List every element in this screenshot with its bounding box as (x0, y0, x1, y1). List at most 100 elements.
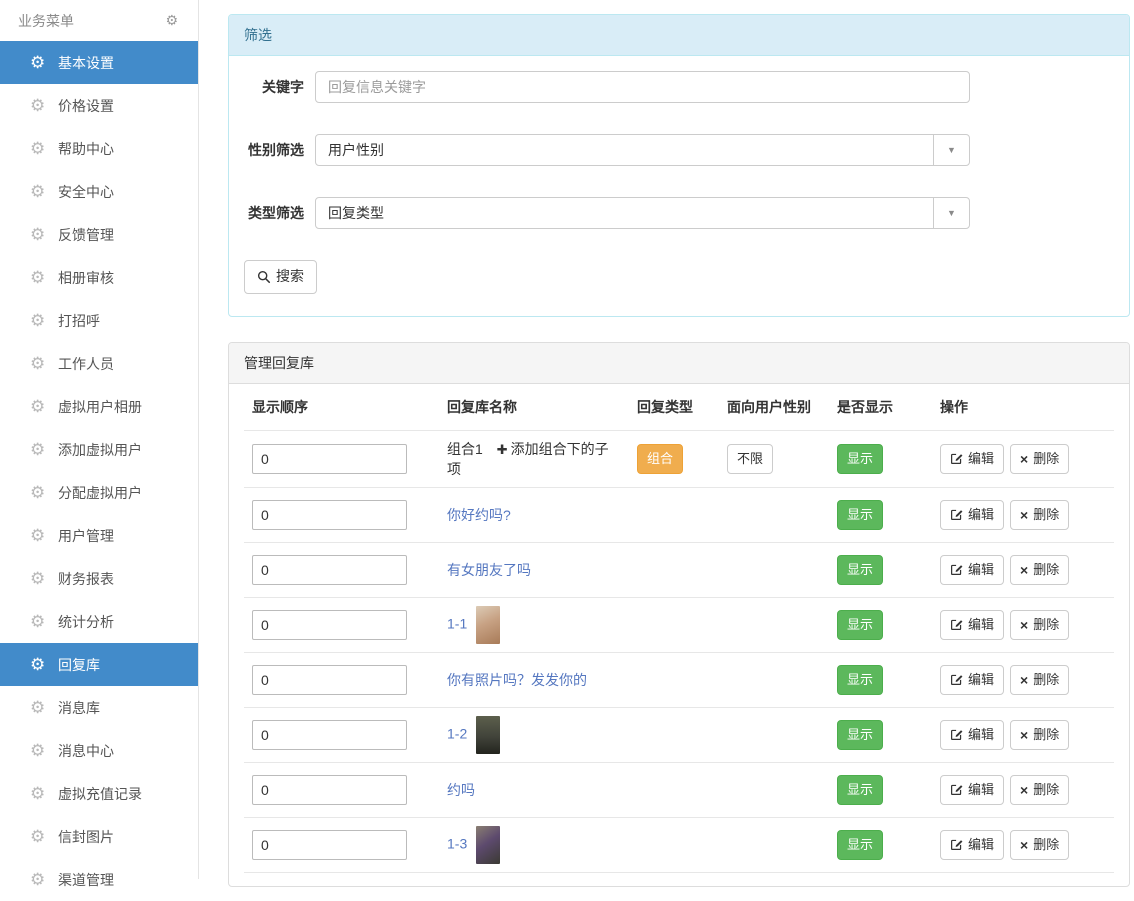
visible-toggle-button[interactable]: 显示 (837, 665, 883, 695)
sidebar-item-statistics[interactable]: ⚙ 统计分析 (0, 600, 198, 643)
sidebar-item-message-center[interactable]: ⚙ 消息中心 (0, 729, 198, 772)
reply-name-link[interactable]: 你好约吗? (447, 507, 511, 523)
delete-x-icon: × (1020, 783, 1028, 797)
sidebar-item-assign-virtual-user[interactable]: ⚙ 分配虚拟用户 (0, 471, 198, 514)
delete-button[interactable]: ×删除 (1010, 720, 1069, 750)
edit-button[interactable]: 编辑 (940, 665, 1004, 695)
reply-name-link[interactable]: 1-3 (447, 836, 467, 852)
edit-button[interactable]: 编辑 (940, 555, 1004, 585)
sidebar-item-label: 消息库 (58, 698, 100, 718)
order-input[interactable] (252, 610, 407, 640)
gear-icon: ⚙ (30, 570, 48, 587)
visible-toggle-button[interactable]: 显示 (837, 500, 883, 530)
table-row: 1-1 显示 编辑 ×删除 (244, 598, 1114, 653)
sidebar-item-price-settings[interactable]: ⚙ 价格设置 (0, 84, 198, 127)
sidebar-item-reply-library[interactable]: ⚙ 回复库 (0, 643, 198, 686)
sidebar-item-album-review[interactable]: ⚙ 相册审核 (0, 256, 198, 299)
sidebar-item-channel-management[interactable]: ⚙ 渠道管理 (0, 858, 198, 901)
delete-button[interactable]: ×删除 (1010, 555, 1069, 585)
visible-toggle-button[interactable]: 显示 (837, 720, 883, 750)
sidebar-item-finance-report[interactable]: ⚙ 财务报表 (0, 557, 198, 600)
edit-button[interactable]: 编辑 (940, 720, 1004, 750)
gear-icon: ⚙ (30, 484, 48, 501)
reply-name-link[interactable]: 1-1 (447, 616, 467, 632)
thumbnail-image[interactable] (476, 716, 500, 754)
keyword-row: 关键字 (244, 71, 1114, 103)
sidebar-item-basic-settings[interactable]: ⚙ 基本设置 (0, 41, 198, 84)
order-input[interactable] (252, 555, 407, 585)
order-input[interactable] (252, 665, 407, 695)
type-select[interactable]: 回复类型 ▼ (315, 197, 970, 229)
edit-button[interactable]: 编辑 (940, 830, 1004, 860)
edit-button[interactable]: 编辑 (940, 500, 1004, 530)
reply-name-link[interactable]: 约吗 (447, 782, 475, 798)
reply-library-table-wrap: 显示顺序 回复库名称 回复类型 面向用户性别 是否显示 操作 组合1 ✚添加组合… (229, 384, 1129, 893)
thumbnail-image[interactable] (476, 826, 500, 864)
gender-select-value: 用户性别 (316, 135, 933, 165)
reply-library-table: 显示顺序 回复库名称 回复类型 面向用户性别 是否显示 操作 组合1 ✚添加组合… (244, 384, 1114, 893)
gear-icon: ⚙ (30, 656, 48, 673)
visible-toggle-button[interactable]: 显示 (837, 775, 883, 805)
sidebar-item-security-center[interactable]: ⚙ 安全中心 (0, 170, 198, 213)
delete-x-icon: × (1020, 728, 1028, 742)
search-button-label: 搜索 (276, 267, 304, 287)
delete-button[interactable]: ×删除 (1010, 500, 1069, 530)
gear-icon: ⚙ (30, 699, 48, 716)
delete-button[interactable]: ×删除 (1010, 830, 1069, 860)
delete-button[interactable]: ×删除 (1010, 665, 1069, 695)
gear-icon: ⚙ (30, 97, 48, 114)
sidebar-item-staff[interactable]: ⚙ 工作人员 (0, 342, 198, 385)
delete-button[interactable]: ×删除 (1010, 444, 1069, 474)
visible-toggle-button[interactable]: 显示 (837, 444, 883, 474)
edit-icon (950, 618, 963, 631)
order-input[interactable] (252, 500, 407, 530)
sidebar-item-label: 虚拟用户相册 (58, 397, 142, 417)
edit-button[interactable]: 编辑 (940, 775, 1004, 805)
sidebar-item-label: 回复库 (58, 655, 100, 675)
gender-filter-row: 性别筛选 用户性别 ▼ (244, 134, 1114, 166)
table-row: 你有照片吗？发发你的 显示 编辑 ×删除 (244, 653, 1114, 708)
edit-button[interactable]: 编辑 (940, 610, 1004, 640)
sidebar-item-message-library[interactable]: ⚙ 消息库 (0, 686, 198, 729)
sidebar-item-label: 反馈管理 (58, 225, 114, 245)
order-input[interactable] (252, 775, 407, 805)
sidebar-item-user-management[interactable]: ⚙ 用户管理 (0, 514, 198, 557)
delete-button[interactable]: ×删除 (1010, 775, 1069, 805)
gear-icon: ⚙ (30, 140, 48, 157)
visible-toggle-button[interactable]: 显示 (837, 610, 883, 640)
sidebar-item-add-virtual-user[interactable]: ⚙ 添加虚拟用户 (0, 428, 198, 471)
order-input[interactable] (252, 720, 407, 750)
visible-toggle-button[interactable]: 显示 (837, 555, 883, 585)
edit-button[interactable]: 编辑 (940, 444, 1004, 474)
gear-icon: ⚙ (30, 527, 48, 544)
sidebar-item-envelope-image[interactable]: ⚙ 信封图片 (0, 815, 198, 858)
sidebar-item-label: 消息中心 (58, 741, 114, 761)
reply-name-link[interactable]: 有女朋友了吗 (447, 562, 531, 578)
sidebar-item-virtual-recharge[interactable]: ⚙ 虚拟充值记录 (0, 772, 198, 815)
sidebar-item-greeting[interactable]: ⚙ 打招呼 (0, 299, 198, 342)
reply-name-link[interactable]: 你有照片吗？发发你的 (447, 672, 587, 688)
reply-name-link[interactable]: 1-2 (447, 726, 467, 742)
keyword-input[interactable] (315, 71, 970, 103)
search-button[interactable]: 搜索 (244, 260, 317, 294)
order-input[interactable] (252, 444, 407, 474)
sidebar-item-label: 基本设置 (58, 53, 114, 73)
column-header-type: 回复类型 (629, 384, 719, 431)
column-header-actions: 操作 (932, 384, 1114, 431)
delete-button[interactable]: ×删除 (1010, 610, 1069, 640)
sidebar-header: 业务菜单 ⚙ (0, 0, 198, 41)
plus-icon: ✚ (497, 442, 508, 457)
sidebar-item-help-center[interactable]: ⚙ 帮助中心 (0, 127, 198, 170)
sidebar: 业务菜单 ⚙ ⚙ 基本设置 ⚙ 价格设置 ⚙ 帮助中心 ⚙ 安全中心 ⚙ 反馈管… (0, 0, 199, 879)
visible-toggle-button[interactable]: 显示 (837, 830, 883, 860)
thumbnail-image[interactable] (476, 606, 500, 644)
gender-select[interactable]: 用户性别 ▼ (315, 134, 970, 166)
column-header-order: 显示顺序 (244, 384, 439, 431)
table-row: 你好约吗? 显示 编辑 ×删除 (244, 488, 1114, 543)
sidebar-item-feedback[interactable]: ⚙ 反馈管理 (0, 213, 198, 256)
gear-icon: ⚙ (30, 613, 48, 630)
order-input[interactable] (252, 830, 407, 860)
sidebar-item-virtual-user-album[interactable]: ⚙ 虚拟用户相册 (0, 385, 198, 428)
settings-gear-icon[interactable]: ⚙ (165, 12, 178, 29)
gear-icon: ⚙ (30, 785, 48, 802)
